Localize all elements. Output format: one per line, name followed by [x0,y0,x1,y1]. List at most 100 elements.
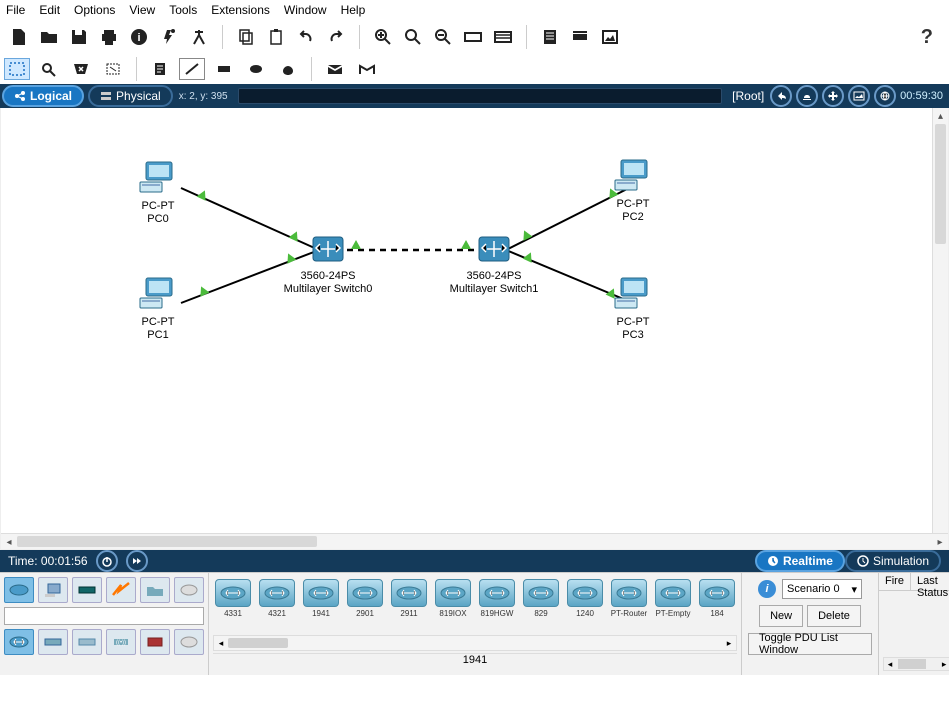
redo-icon[interactable] [325,26,347,48]
menu-edit[interactable]: Edit [39,3,60,17]
physical-tab[interactable]: Physical [88,85,173,107]
chevron-down-icon: ▾ [851,583,857,596]
device-option-1941[interactable]: 1941 [301,579,341,627]
svg-text:i: i [137,32,140,44]
fire-column-header[interactable]: Fire [879,573,911,590]
subcategory-hubs[interactable] [72,629,102,655]
print-icon[interactable] [98,26,120,48]
device-option-1240[interactable]: 1240 [565,579,605,627]
device-option-2901[interactable]: 2901 [345,579,385,627]
category-end-devices[interactable] [38,577,68,603]
new-scenario-button[interactable]: New [759,605,803,627]
open-folder-icon[interactable] [38,26,60,48]
select-tool-icon[interactable] [4,58,30,80]
workspace-vscroll[interactable]: ▴ ▾ [932,108,948,549]
fire-panel-scroll[interactable]: ◂▸ [883,657,949,671]
power-cycle-icon[interactable] [96,550,118,572]
device-option-PT-Router[interactable]: PT-Router [609,579,649,627]
subcategory-security[interactable] [140,629,170,655]
move-icon[interactable] [822,85,844,107]
back-icon[interactable] [770,85,792,107]
device-option-819HGW[interactable]: 819HGW [477,579,517,627]
scenario-select[interactable]: Scenario 0 ▾ [782,579,862,599]
category-connections[interactable] [106,577,136,603]
last-status-column-header[interactable]: Last Status [911,573,949,590]
logical-tab[interactable]: Logical [2,85,84,107]
subcategory-wireless[interactable]: ((•)) [106,629,136,655]
device-config-icon[interactable] [569,26,591,48]
simple-pdu-icon[interactable] [322,58,348,80]
scenario-info-icon[interactable]: i [758,580,776,598]
device-option-4331[interactable]: 4331 [213,579,253,627]
complex-pdu-icon[interactable] [354,58,380,80]
navigation-path[interactable] [238,88,723,104]
inspect-icon[interactable] [36,58,62,80]
device-option-4321[interactable]: 4321 [257,579,297,627]
background-icon[interactable] [848,85,870,107]
zoom-reset-icon[interactable] [402,26,424,48]
ellipse-tool-icon[interactable] [243,58,269,80]
device-pc0[interactable]: PC-PT PC0 [138,160,178,226]
device-option-2911[interactable]: 2911 [389,579,429,627]
selected-device-label: 1941 [213,653,737,669]
device-pc1[interactable]: PC-PT PC1 [138,276,178,342]
category-multiuser[interactable] [174,577,204,603]
cluster-icon[interactable] [796,85,818,107]
freeform-tool-icon[interactable] [275,58,301,80]
workspace[interactable]: PC-PT PC0 PC-PT PC1 PC-PT PC2 PC-PT PC3 … [0,108,949,550]
line-tool-icon[interactable] [179,58,205,80]
save-icon[interactable] [68,26,90,48]
device-switch0[interactable]: 3560-24PS Multilayer Switch0 [283,234,373,296]
device-pc2[interactable]: PC-PT PC2 [613,158,653,224]
viewport-icon[interactable] [874,85,896,107]
delete-icon[interactable] [68,58,94,80]
delete-scenario-button[interactable]: Delete [807,605,861,627]
device-switch1[interactable]: 3560-24PS Multilayer Switch1 [449,234,539,296]
help-icon[interactable]: ? [921,26,941,49]
list-icon[interactable] [539,26,561,48]
zoom-out-icon[interactable] [432,26,454,48]
simulation-tab[interactable]: Simulation [845,550,941,572]
topology-canvas[interactable]: PC-PT PC0 PC-PT PC1 PC-PT PC2 PC-PT PC3 … [1,108,932,533]
resize-icon[interactable] [100,58,126,80]
zoom-in-icon[interactable] [372,26,394,48]
device-pc3[interactable]: PC-PT PC3 [613,276,653,342]
device-option-184[interactable]: 184 [697,579,737,627]
realtime-tab[interactable]: Realtime [755,550,845,572]
menu-view[interactable]: View [129,3,155,17]
fast-forward-icon[interactable] [126,550,148,572]
category-misc[interactable] [140,577,170,603]
device-option-829[interactable]: 829 [521,579,561,627]
toggle-pdu-list-button[interactable]: Toggle PDU List Window [748,633,872,655]
device-option-PT-Empty[interactable]: PT-Empty [653,579,693,627]
device-strip-scroll[interactable]: ◂▸ [213,635,737,651]
device-pc3-type: PC-PT [613,316,653,329]
note-icon[interactable] [147,58,173,80]
workspace-hscroll[interactable]: ◂ ▸ [1,533,948,549]
menu-extensions[interactable]: Extensions [211,3,270,17]
category-network-devices[interactable] [4,577,34,603]
activity-wizard-icon[interactable] [158,26,180,48]
subcategory-switches[interactable] [38,629,68,655]
subcategory-wan[interactable] [174,629,204,655]
svg-text:((•)): ((•)) [116,640,126,646]
copy-icon[interactable] [235,26,257,48]
menu-window[interactable]: Window [284,3,327,17]
tripod-icon[interactable] [188,26,210,48]
rectangle-empty-icon[interactable] [462,26,484,48]
new-file-icon[interactable] [8,26,30,48]
root-label[interactable]: [Root] [732,89,764,103]
undo-icon[interactable] [295,26,317,48]
info-icon[interactable]: i [128,26,150,48]
category-components[interactable] [72,577,102,603]
menu-options[interactable]: Options [74,3,115,17]
paste-icon[interactable] [265,26,287,48]
rectangle-tool-icon[interactable] [211,58,237,80]
device-option-819IOX[interactable]: 819IOX [433,579,473,627]
menu-help[interactable]: Help [341,3,366,17]
menu-tools[interactable]: Tools [169,3,197,17]
menu-file[interactable]: File [6,3,25,17]
rectangle-bars-icon[interactable] [492,26,514,48]
subcategory-routers[interactable] [4,629,34,655]
image-icon[interactable] [599,26,621,48]
